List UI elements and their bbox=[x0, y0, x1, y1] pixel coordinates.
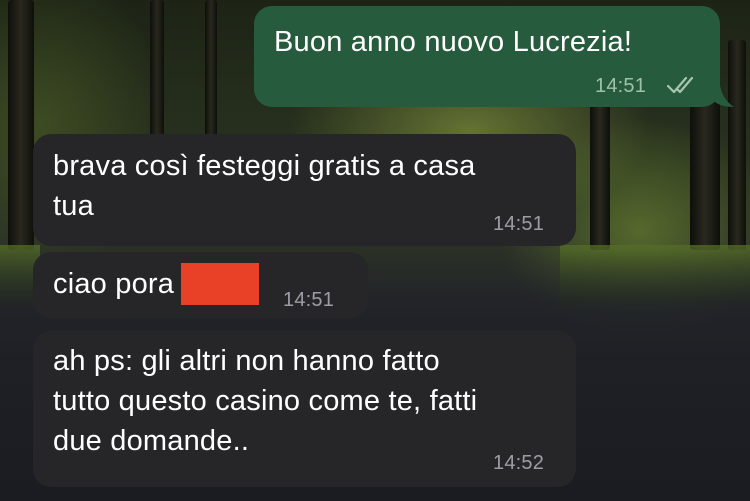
message-time: 14:52 bbox=[493, 452, 545, 474]
incoming-message-bubble[interactable]: ah ps: gli altri non hanno fatto tutto q… bbox=[33, 331, 576, 487]
outgoing-message-bubble[interactable]: Buon anno nuovo Lucrezia! 14:51 bbox=[254, 6, 720, 107]
message-text: ah ps: gli altri non hanno fatto tutto q… bbox=[53, 345, 478, 457]
message-time: 14:51 bbox=[493, 213, 545, 235]
bubble-tail bbox=[712, 85, 734, 107]
message-time: 14:51 bbox=[283, 289, 335, 311]
redaction-box bbox=[181, 263, 259, 305]
chat-view: Buon anno nuovo Lucrezia! 14:51 brava co… bbox=[0, 0, 750, 501]
message-text: Buon anno nuovo Lucrezia! bbox=[274, 26, 633, 58]
incoming-message-bubble[interactable]: brava così festeggi gratis a casa tua 14… bbox=[33, 134, 576, 246]
message-time: 14:51 bbox=[595, 75, 647, 97]
message-text: brava così festeggi gratis a casa tua bbox=[53, 150, 476, 222]
incoming-message-bubble[interactable]: ciao pora 14:51 bbox=[33, 252, 368, 318]
message-text: ciao pora bbox=[53, 268, 175, 300]
read-double-check-icon bbox=[666, 76, 694, 94]
